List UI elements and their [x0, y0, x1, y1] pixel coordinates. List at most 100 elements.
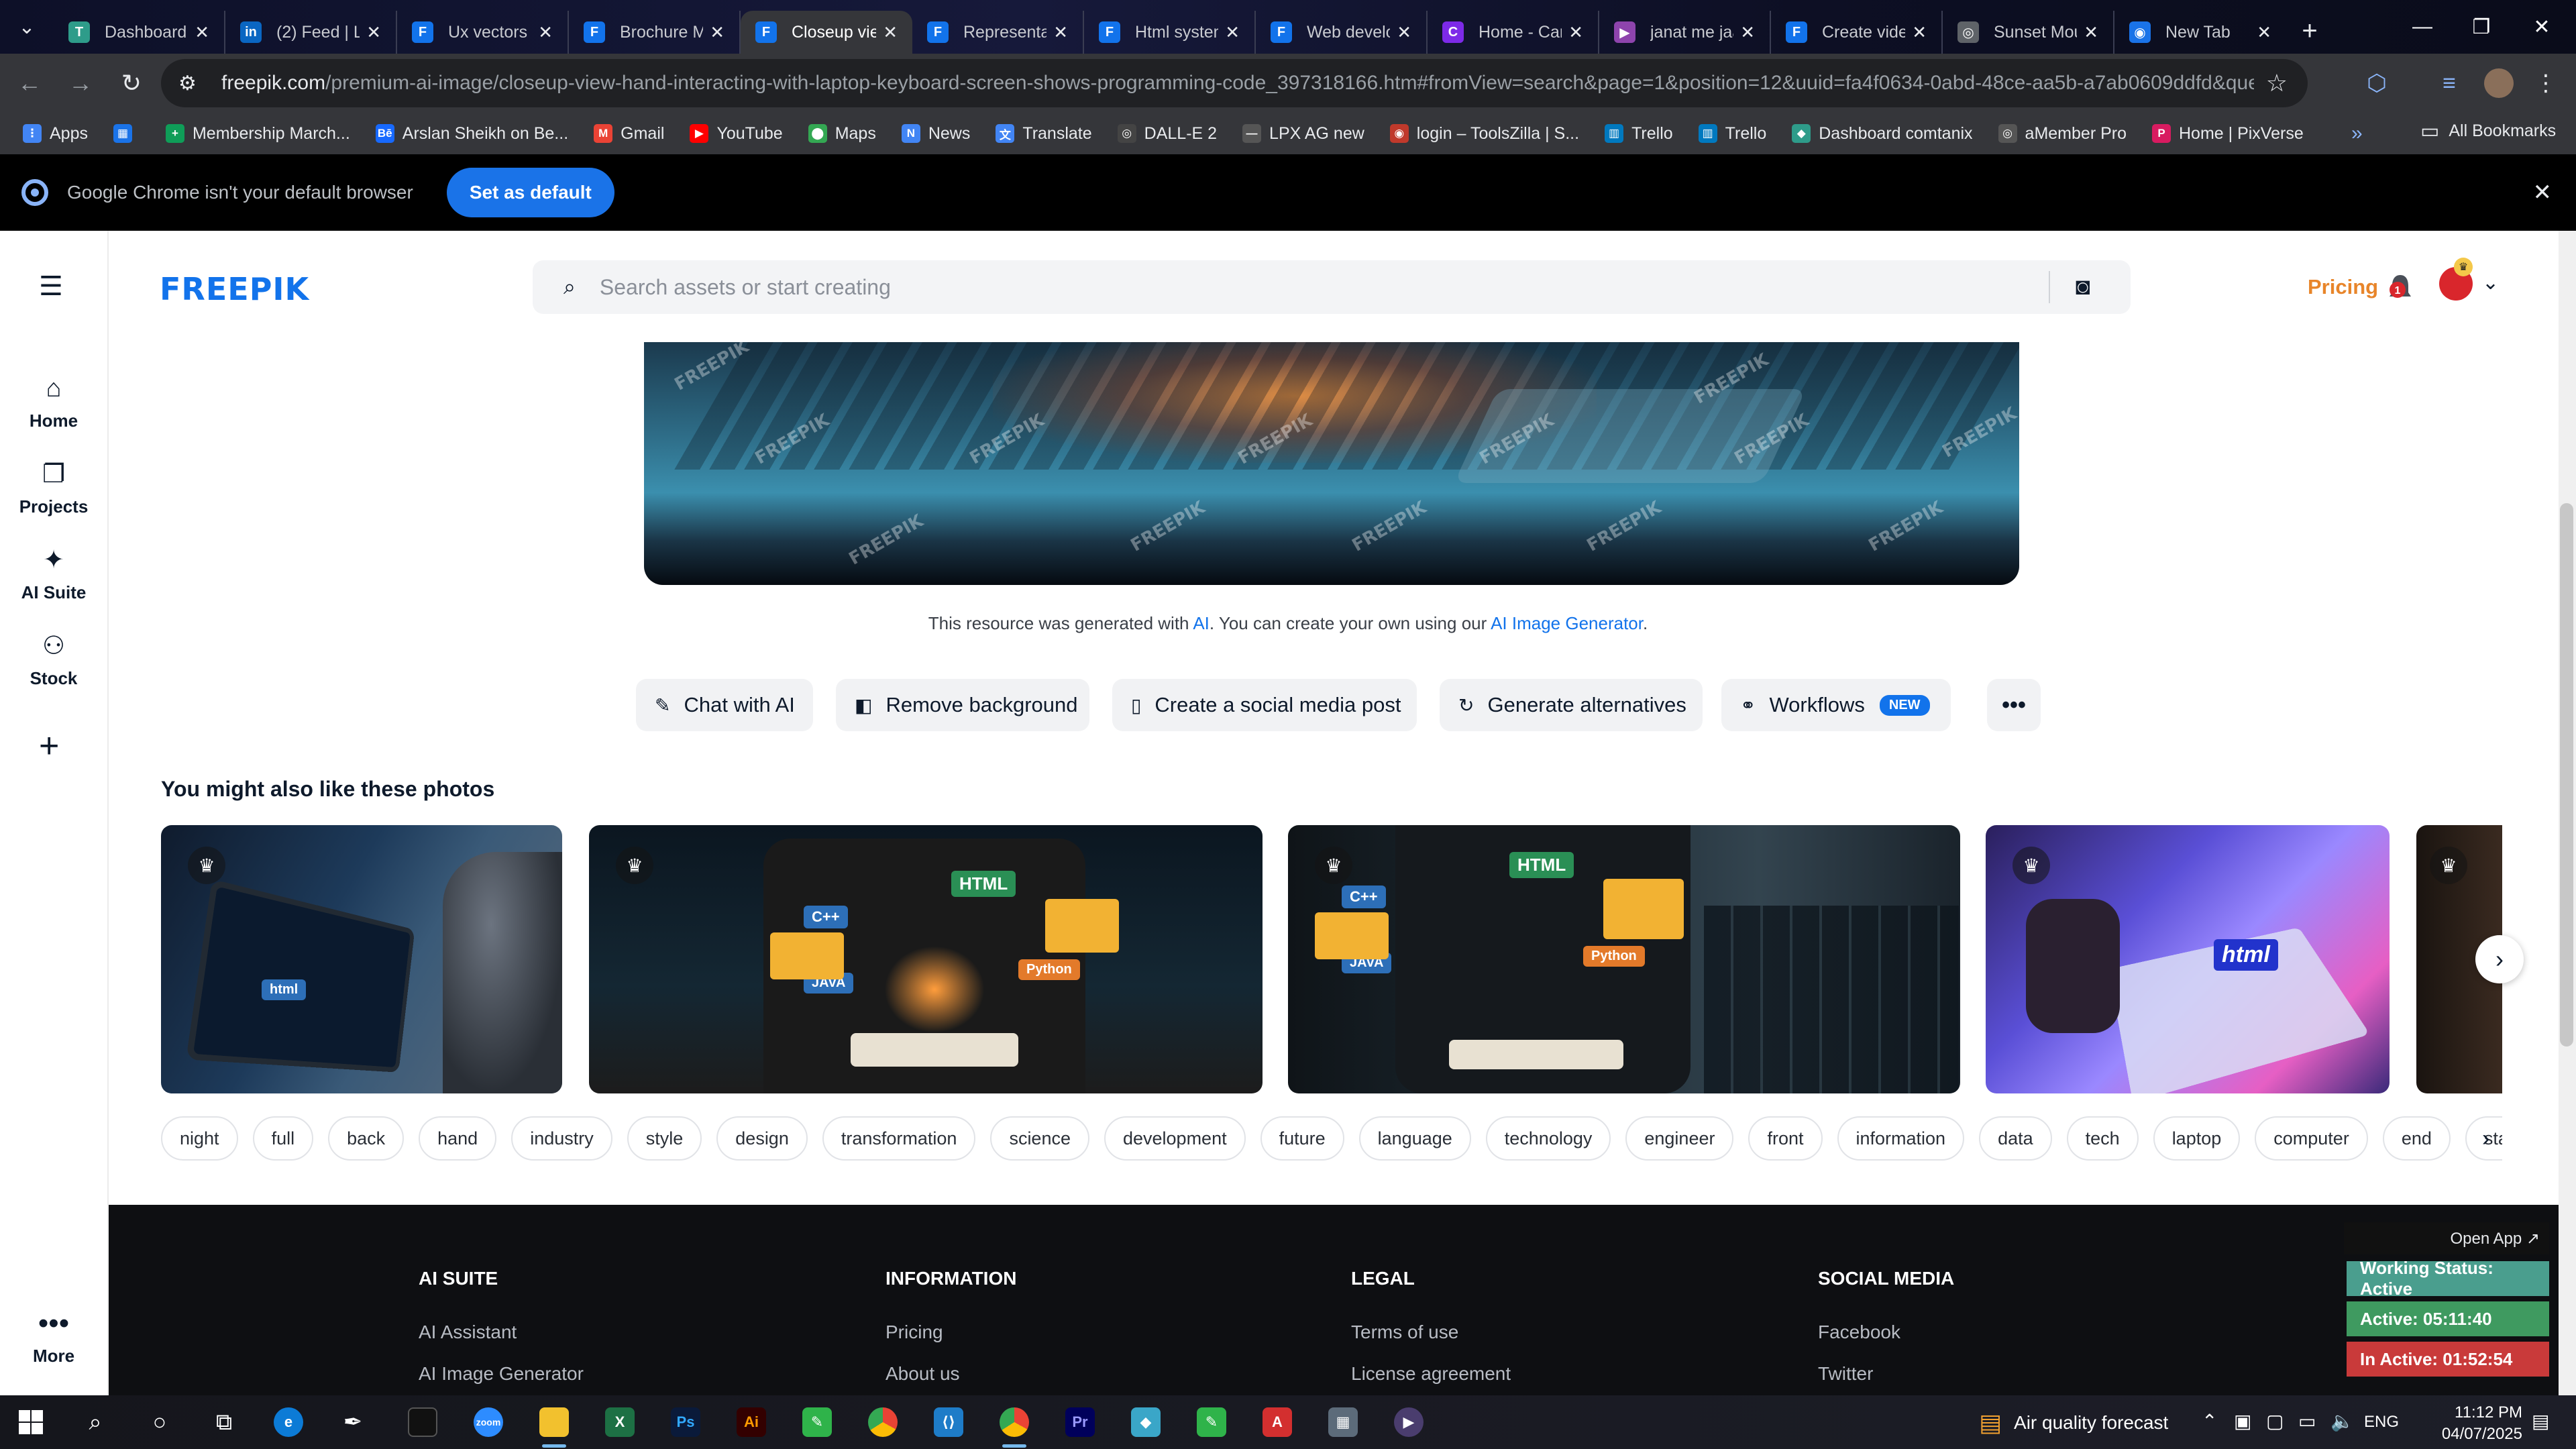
bookmark-star-icon[interactable]: ☆ — [2266, 69, 2288, 97]
tab-close-icon[interactable]: ✕ — [1225, 22, 1240, 43]
hamburger-menu-icon[interactable]: ☰ — [39, 271, 63, 302]
terminal-icon[interactable] — [401, 1401, 444, 1444]
tag-chip[interactable]: end — [2382, 1116, 2451, 1161]
search-icon[interactable]: ⌕ — [74, 1401, 117, 1444]
edge-icon[interactable]: e — [267, 1401, 310, 1444]
rail-item-home[interactable]: ⌂ Home — [0, 373, 107, 431]
forward-arrow-icon[interactable]: → — [55, 58, 106, 109]
tag-chip[interactable]: language — [1358, 1116, 1471, 1161]
tag-chip[interactable]: night — [161, 1116, 238, 1161]
add-icon[interactable]: + — [39, 726, 59, 766]
carousel-next-icon[interactable]: › — [2475, 935, 2524, 983]
browser-tab[interactable]: in (2) Feed | LinkedIn ✕ — [225, 11, 397, 54]
close-window-icon[interactable]: ✕ — [2513, 0, 2571, 54]
related-photo[interactable]: ♛ HTML C++ JAVA Python — [1288, 825, 1960, 1093]
bookmark-item[interactable]: 文 Translate — [996, 124, 1092, 144]
camera-search-icon[interactable]: ◙ — [2076, 272, 2090, 301]
tag-chip[interactable]: hand — [419, 1116, 497, 1161]
tag-chip[interactable]: engineer — [1625, 1116, 1734, 1161]
reload-icon[interactable]: ↻ — [106, 58, 157, 109]
tag-chip[interactable]: tech — [2066, 1116, 2139, 1161]
user-avatar[interactable]: ♛ — [2439, 258, 2473, 301]
tag-chip[interactable]: full — [252, 1116, 314, 1161]
tab-close-icon[interactable]: ✕ — [2257, 22, 2271, 43]
tag-chip[interactable]: computer — [2255, 1116, 2368, 1161]
browser-tab[interactable]: F Web development ✕ — [1256, 11, 1428, 54]
calculator-icon[interactable]: ▦ — [1322, 1401, 1364, 1444]
browser-tab[interactable]: F Html system ✕ — [1084, 11, 1256, 54]
footer-link-facebook[interactable]: Facebook — [1818, 1322, 1900, 1343]
tag-chip[interactable]: industry — [511, 1116, 612, 1161]
premiere-icon[interactable]: Pr — [1059, 1401, 1102, 1444]
tray-meet-icon[interactable]: ▢ — [2266, 1410, 2284, 1432]
tab-close-icon[interactable]: ✕ — [1912, 22, 1927, 43]
tab-search-chevron-icon[interactable]: ⌄ — [0, 0, 54, 54]
tray-chevron-icon[interactable]: ⌃ — [2202, 1410, 2217, 1432]
media-control-icon[interactable]: ≡ — [2426, 59, 2473, 107]
address-bar[interactable]: ⚙ freepik.com/premium-ai-image/closeup-v… — [161, 59, 2308, 107]
tag-chip[interactable]: design — [716, 1116, 808, 1161]
tag-chip[interactable]: style — [627, 1116, 702, 1161]
tab-close-icon[interactable]: ✕ — [538, 22, 553, 43]
bookmark-item[interactable]: P Home | PixVerse — [2152, 124, 2304, 144]
bookmark-item[interactable]: ▥ Trello — [1698, 124, 1766, 144]
footer-link-terms-of-use[interactable]: Terms of use — [1351, 1322, 1458, 1343]
tag-chip[interactable]: future — [1260, 1116, 1344, 1161]
chrome-active-icon[interactable] — [993, 1401, 1036, 1448]
footer-link-pricing[interactable]: Pricing — [885, 1322, 943, 1343]
bookmark-item[interactable]: ▦ — [113, 124, 140, 143]
account-chevron-down-icon[interactable]: ⌄ — [2482, 271, 2499, 294]
illustrator-icon[interactable]: Ai — [730, 1401, 773, 1444]
tab-close-icon[interactable]: ✕ — [2084, 22, 2098, 43]
cortana-icon[interactable]: ○ — [138, 1401, 181, 1444]
remove-background-button[interactable]: ◧ Remove background — [836, 679, 1089, 731]
main-preview-image[interactable]: FREEPIK FREEPIK FREEPIK FREEPIK FREEPIK … — [644, 342, 2019, 585]
excel-icon[interactable]: X — [598, 1401, 641, 1444]
freepik-logo[interactable]: FREEPIK — [160, 271, 309, 307]
taskbar-clock[interactable]: 11:12 PM 04/07/2025 — [2415, 1402, 2522, 1445]
tag-chip[interactable]: front — [1748, 1116, 1823, 1161]
vscode-icon[interactable]: ⟨⟩ — [927, 1401, 970, 1444]
acrobat-icon[interactable]: A — [1256, 1401, 1299, 1444]
infobar-close-icon[interactable]: ✕ — [2533, 179, 2553, 206]
back-arrow-icon[interactable]: ← — [4, 58, 55, 109]
footer-link-ai-image-generator[interactable]: AI Image Generator — [419, 1363, 584, 1385]
rail-item-ai-suite[interactable]: ✦ AI Suite — [0, 545, 107, 603]
tag-chip[interactable]: technology — [1485, 1116, 1611, 1161]
related-photo[interactable]: ♛ html — [1986, 825, 2390, 1093]
footer-link-twitter[interactable]: Twitter — [1818, 1363, 1873, 1385]
browser-tab[interactable]: T Dashboard ✕ — [54, 11, 225, 54]
bookmark-item[interactable]: M Gmail — [594, 124, 664, 144]
browser-tab[interactable]: ◎ Sunset Mountains ✕ — [1943, 11, 2114, 54]
bookmark-item[interactable]: N News — [901, 124, 970, 144]
bookmark-item[interactable]: ◎ aMember Pro — [1998, 124, 2127, 144]
photoshop-icon[interactable]: Ps — [664, 1401, 707, 1444]
chrome-menu-icon[interactable]: ⋮ — [2522, 59, 2569, 107]
browser-tab[interactable]: F Brochure Mockups ✕ — [569, 11, 741, 54]
ai-link[interactable]: AI — [1193, 613, 1210, 633]
browser-tab[interactable]: ▶ janat me jaana ✕ — [1599, 11, 1771, 54]
tab-close-icon[interactable]: ✕ — [1397, 22, 1411, 43]
media-player-icon[interactable]: ▶ — [1387, 1401, 1430, 1444]
browser-tab[interactable]: F Ux vectors ✕ — [397, 11, 569, 54]
extensions-icon[interactable]: ⬡ — [2353, 59, 2400, 107]
related-photo[interactable]: ♛ HTML C++ JAVA Python — [589, 825, 1263, 1093]
tab-close-icon[interactable]: ✕ — [883, 22, 898, 43]
ai-image-generator-link[interactable]: AI Image Generator — [1491, 613, 1643, 633]
bookmark-item[interactable]: ⋮ Apps — [23, 124, 88, 144]
tag-chip[interactable]: laptop — [2153, 1116, 2241, 1161]
restore-icon[interactable]: ❐ — [2453, 0, 2510, 54]
green-app-2-icon[interactable]: ✎ — [1190, 1401, 1233, 1444]
browser-tab[interactable]: ◉ New Tab ✕ — [2114, 11, 2286, 54]
pen-icon[interactable]: ✒ — [331, 1401, 374, 1444]
browser-tab[interactable]: F Representation ✕ — [912, 11, 1084, 54]
bookmark-item[interactable]: ◆ Dashboard comtanix — [1792, 124, 1973, 144]
open-app-link[interactable]: Open App ↗ — [2344, 1222, 2549, 1254]
bookmark-item[interactable]: + Membership March... — [165, 124, 350, 144]
footer-link-ai-assistant[interactable]: AI Assistant — [419, 1322, 517, 1343]
tab-close-icon[interactable]: ✕ — [1053, 22, 1068, 43]
zoom-icon[interactable]: zoom — [467, 1401, 510, 1444]
workflows-button[interactable]: ⚭ Workflows NEW — [1721, 679, 1951, 731]
all-bookmarks-button[interactable]: ▭ All Bookmarks — [2420, 119, 2556, 143]
scrollbar-thumb[interactable] — [2560, 503, 2573, 1046]
